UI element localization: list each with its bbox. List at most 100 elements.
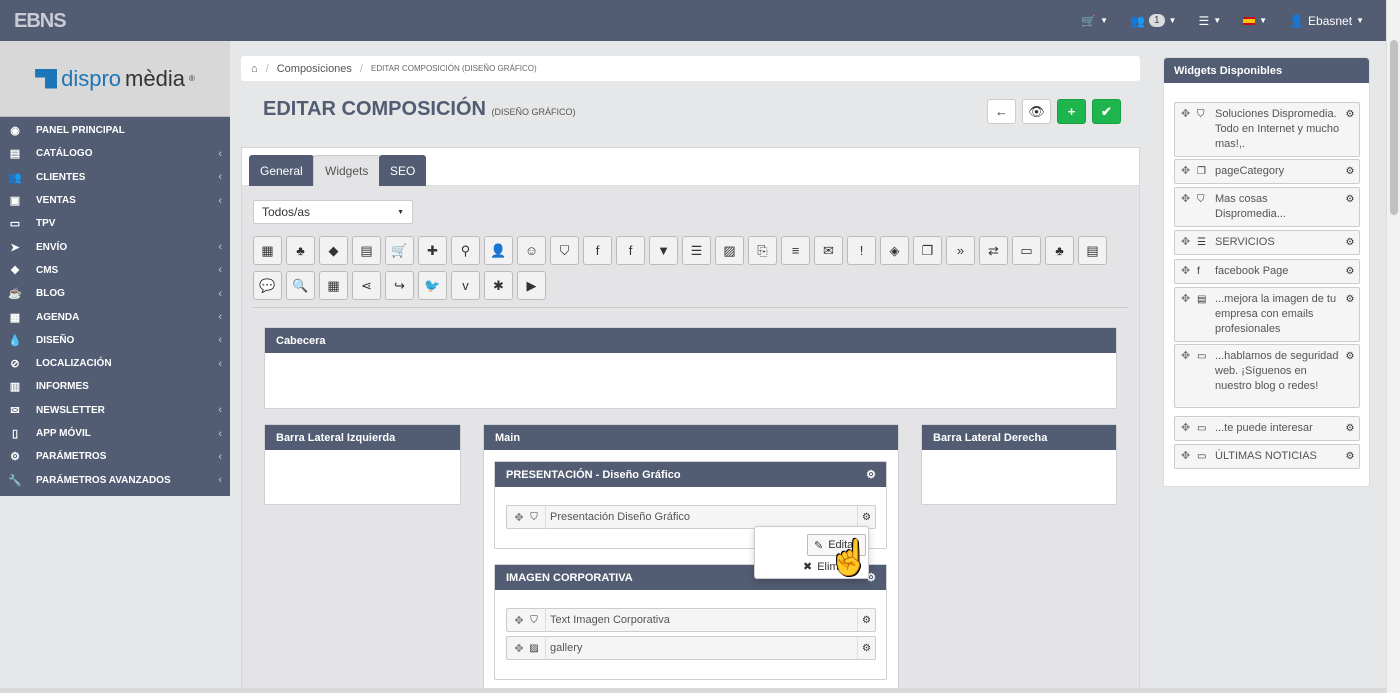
available-widget[interactable]: ✥ ▭ ...hablamos de seguridad web. ¡Sígueno… (1174, 344, 1360, 408)
widget-item[interactable]: ✥ ⛉ Text Imagen Corporativa ⚙ (506, 608, 876, 632)
twitter-widget-button[interactable]: 🐦 (418, 271, 447, 300)
gear-icon[interactable]: ⚙ (857, 506, 875, 528)
vimeo-widget-button[interactable]: v (451, 271, 480, 300)
sidebar-item-diseño[interactable]: 💧 DISEÑO ‹ (0, 329, 230, 352)
available-widget[interactable]: ✥ ⛉ Soluciones Dispromedia. Todo en Intern… (1174, 102, 1360, 157)
sidebar-item-informes[interactable]: ▥ INFORMES (0, 375, 230, 398)
exchange-widget-button[interactable]: ⇄ (979, 236, 1008, 265)
sitemap-widget-button[interactable]: ♣ (1045, 236, 1074, 265)
search-widget-button[interactable]: 🔍 (286, 271, 315, 300)
gear-icon[interactable]: ⚙ (857, 637, 875, 659)
newspaper-widget-button[interactable]: ▤ (352, 236, 381, 265)
tab-general[interactable]: General (249, 155, 314, 186)
move-icon[interactable]: ✥ (1181, 449, 1190, 464)
user-menu[interactable]: 👤 Ebasnet ▼ (1289, 14, 1364, 28)
folder-widget-button[interactable]: ▭ (1012, 236, 1041, 265)
move-icon[interactable]: ✥ (1181, 235, 1190, 250)
available-widget[interactable]: ✥ ⛉ Mas cosas Dispromedia... ⚙ (1174, 187, 1360, 227)
tag-widget-button[interactable]: ◆ (319, 236, 348, 265)
smile-widget-button[interactable]: ☺ (517, 236, 546, 265)
move-icon[interactable]: ✥ (511, 511, 527, 524)
double-chevron-widget-button[interactable]: » (946, 236, 975, 265)
sidebar-item-clientes[interactable]: 👥 CLIENTES ‹ (0, 166, 230, 189)
gear-icon[interactable]: ⚙ (1341, 288, 1359, 310)
list-widget-button[interactable]: ☰ (682, 236, 711, 265)
brand-logo[interactable]: dispro mèdia ® (0, 41, 230, 117)
list-menu[interactable]: ☰ ▼ (1198, 14, 1221, 28)
filter-widget-button[interactable]: ▼ (649, 236, 678, 265)
sidebar-item-panel-principal[interactable]: ◉ PANEL PRINCIPAL (0, 119, 230, 142)
envelope-widget-button[interactable]: ✉ (814, 236, 843, 265)
image-widget-button[interactable]: ▨ (715, 236, 744, 265)
sidebar-item-envío[interactable]: ➤ ENVÍO ‹ (0, 235, 230, 258)
sitemap-widget-button[interactable]: ♣ (286, 236, 315, 265)
widget-item[interactable]: ✥ ▨ gallery ⚙ (506, 636, 876, 660)
cart-widget-button[interactable]: 🛒 (385, 236, 414, 265)
tab-seo[interactable]: SEO (379, 155, 427, 186)
sidebar-item-catálogo[interactable]: ▤ CATÁLOGO ‹ (0, 142, 230, 165)
widget-filter-select[interactable]: Todos/as ▼ (253, 200, 413, 224)
list-ul-widget-button[interactable]: ≡ (781, 236, 810, 265)
sidebar-item-blog[interactable]: ☕ BLOG ‹ (0, 282, 230, 305)
sidebar-item-app-móvil[interactable]: ▯ APP MÓVIL ‹ (0, 422, 230, 445)
app-logo[interactable]: EBNS (14, 10, 67, 33)
move-icon[interactable]: ✥ (511, 614, 527, 627)
users-menu[interactable]: 👥 1 ▼ (1130, 14, 1176, 28)
move-icon[interactable]: ✥ (1181, 164, 1190, 179)
gear-icon[interactable]: ⚙ (1341, 103, 1359, 125)
facebook-widget-button[interactable]: f (616, 236, 645, 265)
available-widget[interactable]: ✥ ▭ ...te puede interesar ⚙ (1174, 416, 1360, 441)
scrollbar-thumb[interactable] (1390, 40, 1398, 215)
facebook-widget-button[interactable]: f (583, 236, 612, 265)
available-widget[interactable]: ✥ ☰ SERVICIOS ⚙ (1174, 230, 1360, 255)
sidebar-item-parámetros-avanzados[interactable]: 🔧 PARÁMETROS AVANZADOS ‹ (0, 468, 230, 491)
move-icon[interactable]: ✥ (1181, 292, 1190, 307)
html5-widget-button[interactable]: ⛉ (550, 236, 579, 265)
gear-icon[interactable]: ⚙ (866, 468, 876, 481)
save-button[interactable]: ✔ (1092, 99, 1121, 124)
sidebar-item-localización[interactable]: ⊘ LOCALIZACIÓN ‹ (0, 352, 230, 375)
exclamation-widget-button[interactable]: ! (847, 236, 876, 265)
sidebar-item-parámetros[interactable]: ⚙ PARÁMETROS ‹ (0, 445, 230, 468)
youtube-widget-button[interactable]: ▶ (517, 271, 546, 300)
move-icon[interactable]: ✥ (1181, 192, 1190, 207)
move-icon[interactable]: ✥ (1181, 421, 1190, 436)
available-widget[interactable]: ✥ ❐ pageCategory ⚙ (1174, 159, 1360, 184)
puzzle-widget-button[interactable]: ✚ (418, 236, 447, 265)
available-widget[interactable]: ✥ f facebook Page ⚙ (1174, 259, 1360, 284)
preview-button[interactable]: 👁 (1022, 99, 1051, 124)
back-button[interactable]: ← (987, 99, 1016, 124)
asterisk-widget-button[interactable]: ✱ (484, 271, 513, 300)
share-widget-button[interactable]: ⋖ (352, 271, 381, 300)
gear-icon[interactable]: ⚙ (1341, 231, 1359, 253)
move-icon[interactable]: ✥ (511, 642, 527, 655)
calendar-widget-button[interactable]: ▦ (253, 236, 282, 265)
calculator-widget-button[interactable]: ▦ (319, 271, 348, 300)
forward-widget-button[interactable]: ↪ (385, 271, 414, 300)
sidebar-item-newsletter[interactable]: ✉ NEWSLETTER ‹ (0, 399, 230, 422)
cart-menu[interactable]: 🛒 ▼ (1081, 14, 1108, 28)
home-icon[interactable]: ⌂ (251, 63, 258, 75)
page-scrollbar[interactable] (1386, 0, 1400, 693)
gear-icon[interactable]: ⚙ (1341, 160, 1359, 182)
language-menu[interactable]: ▼ (1243, 16, 1267, 25)
gear-icon[interactable]: ⚙ (1341, 188, 1359, 210)
newspaper-widget-button[interactable]: ▤ (1078, 236, 1107, 265)
sidebar-item-agenda[interactable]: ▦ AGENDA ‹ (0, 305, 230, 328)
gear-icon[interactable]: ⚙ (1341, 345, 1359, 367)
tags-widget-button[interactable]: ◈ (880, 236, 909, 265)
code-file-widget-button[interactable]: ⎘ (748, 236, 777, 265)
gear-icon[interactable]: ⚙ (857, 609, 875, 631)
move-icon[interactable]: ✥ (1181, 349, 1190, 364)
sidebar-item-cms[interactable]: ❖ CMS ‹ (0, 259, 230, 282)
gear-icon[interactable]: ⚙ (1341, 417, 1359, 439)
sidebar-item-ventas[interactable]: ▣ VENTAS ‹ (0, 189, 230, 212)
sidebar-item-tpv[interactable]: ▭ TPV (0, 212, 230, 235)
tab-widgets[interactable]: Widgets (313, 155, 381, 186)
copy-widget-button[interactable]: ❐ (913, 236, 942, 265)
comments-widget-button[interactable]: 💬 (253, 271, 282, 300)
available-widget[interactable]: ✥ ▭ ÚLTIMAS NOTICIAS ⚙ (1174, 444, 1360, 469)
user-widget-button[interactable]: 👤 (484, 236, 513, 265)
gear-icon[interactable]: ⚙ (1341, 445, 1359, 467)
gear-icon[interactable]: ⚙ (1341, 260, 1359, 282)
